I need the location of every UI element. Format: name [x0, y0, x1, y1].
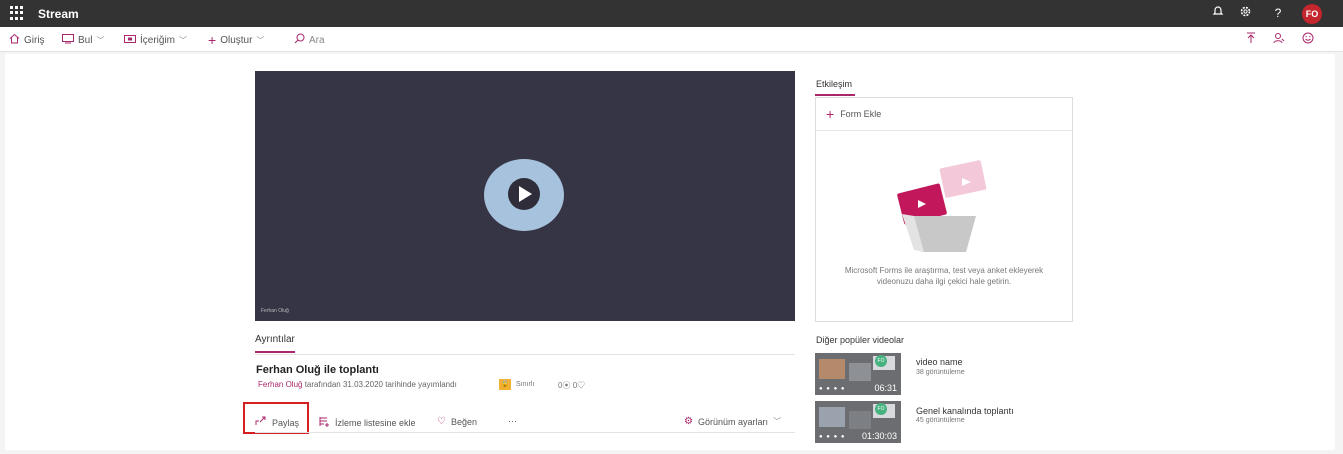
- home-icon: [9, 33, 20, 47]
- watchlist-icon: [319, 416, 330, 430]
- popular-video-views: 45 görüntüleme: [916, 417, 965, 424]
- popular-video-title[interactable]: Genel kanalında toplantı: [916, 406, 1014, 416]
- divider: [255, 432, 795, 433]
- nav-create-label: Oluştur: [220, 34, 253, 46]
- tab-interaction[interactable]: Etkileşim: [816, 79, 852, 89]
- app-launcher-icon[interactable]: [10, 6, 24, 20]
- view-settings-label: Görünüm ayarları: [697, 416, 768, 427]
- search-placeholder: Ara: [309, 34, 325, 46]
- share-button[interactable]: Paylaş: [255, 416, 299, 429]
- popular-video-thumbnail[interactable]: FO ● ● ● ● 01:30:03: [815, 401, 901, 443]
- tab-details[interactable]: Ayrıntılar: [255, 334, 295, 345]
- watchlist-label: İzleme listesine ekle: [335, 418, 416, 428]
- participants-icon: ● ● ● ●: [819, 434, 846, 440]
- add-form-button[interactable]: + Form Ekle: [826, 106, 882, 122]
- video-meta: Ferhan Oluğ tarafından 31.03.2020 tarihi…: [258, 380, 457, 389]
- upload-icon[interactable]: [1246, 32, 1256, 47]
- top-bar: Stream ? FO: [0, 0, 1343, 27]
- eye-icon: ⦿: [562, 381, 571, 390]
- content-icon: [124, 34, 136, 47]
- nav-bar: Giriş Bul ﹀ İçeriğim ﹀ + Oluştur ﹀ Ara: [0, 27, 1343, 52]
- play-icon: [508, 178, 540, 210]
- heart-icon: ♡: [437, 416, 446, 427]
- search-input[interactable]: Ara: [294, 33, 325, 47]
- forms-description: Microsoft Forms ile araştırma, test veya…: [844, 266, 1044, 286]
- chevron-down-icon: ﹀: [256, 35, 265, 45]
- app-title[interactable]: Stream: [38, 7, 79, 21]
- nav-home-label: Giriş: [24, 34, 45, 46]
- nav-find[interactable]: Bul ﹀: [62, 33, 104, 47]
- interaction-card: + Form Ekle Microsoft Forms ile araştırm…: [815, 97, 1073, 322]
- person-icon[interactable]: [1273, 32, 1285, 47]
- visibility-label: Sınırlı: [516, 381, 535, 388]
- video-duration: 06:31: [874, 383, 897, 393]
- nav-my-content-label: İçeriğim: [140, 34, 176, 46]
- chevron-down-icon: ﹀: [96, 35, 105, 45]
- find-icon: [62, 33, 74, 47]
- heart-icon: ♡: [577, 381, 586, 390]
- avatar: FO: [875, 355, 887, 367]
- tab-underline: [255, 351, 295, 353]
- add-form-label: Form Ekle: [840, 109, 882, 119]
- video-title: Ferhan Oluğ ile toplantı: [256, 364, 379, 376]
- add-to-watchlist-button[interactable]: İzleme listesine ekle: [319, 416, 416, 430]
- avatar[interactable]: FO: [1302, 4, 1322, 24]
- nav-my-content[interactable]: İçeriğim ﹀: [124, 33, 187, 47]
- chevron-down-icon: ﹀: [179, 35, 188, 45]
- plus-icon: +: [826, 106, 835, 122]
- more-icon: ···: [508, 416, 517, 426]
- search-icon: [294, 33, 305, 47]
- gear-icon[interactable]: [1237, 5, 1253, 21]
- smiley-icon[interactable]: [1302, 32, 1314, 47]
- divider: [255, 354, 795, 355]
- nav-find-label: Bul: [78, 34, 93, 46]
- nav-home[interactable]: Giriş: [9, 33, 45, 47]
- gear-icon: ⚙: [684, 416, 693, 427]
- video-caption: Ferhan Oluğ: [261, 308, 289, 314]
- view-settings-button[interactable]: ⚙ Görünüm ayarları ﹀: [684, 416, 781, 427]
- popular-video-views: 38 görüntüleme: [916, 369, 965, 376]
- play-button[interactable]: [484, 159, 564, 231]
- chevron-down-icon: ﹀: [773, 417, 781, 426]
- nav-create[interactable]: + Oluştur ﹀: [208, 32, 265, 48]
- popular-video-thumbnail[interactable]: FO ● ● ● ● 06:31: [815, 353, 901, 395]
- owner-link[interactable]: Ferhan Oluğ: [258, 380, 302, 389]
- share-label: Paylaş: [272, 417, 300, 428]
- video-stats: 0⦿ 0♡: [558, 380, 585, 391]
- video-duration: 01:30:03: [861, 431, 897, 441]
- help-icon[interactable]: ?: [1270, 5, 1286, 21]
- share-icon: [255, 416, 267, 429]
- divider: [816, 130, 1072, 131]
- video-player[interactable]: Ferhan Oluğ: [255, 71, 795, 321]
- popular-video-title[interactable]: video name: [916, 357, 963, 367]
- published-text: tarafından 31.03.2020 tarihinde yayımlan…: [302, 380, 457, 389]
- popular-videos-title: Diğer popüler videolar: [816, 335, 905, 345]
- lock-icon: 🔒: [499, 379, 511, 390]
- tab-underline: [815, 94, 855, 96]
- like-button[interactable]: ♡ Beğen: [437, 416, 477, 427]
- bell-icon[interactable]: [1210, 5, 1226, 21]
- forms-illustration-icon: [897, 160, 987, 252]
- like-label: Beğen: [450, 416, 477, 427]
- participants-icon: ● ● ● ●: [819, 386, 846, 392]
- avatar: FO: [875, 403, 887, 415]
- plus-icon: +: [208, 32, 217, 48]
- more-button[interactable]: ···: [508, 416, 517, 426]
